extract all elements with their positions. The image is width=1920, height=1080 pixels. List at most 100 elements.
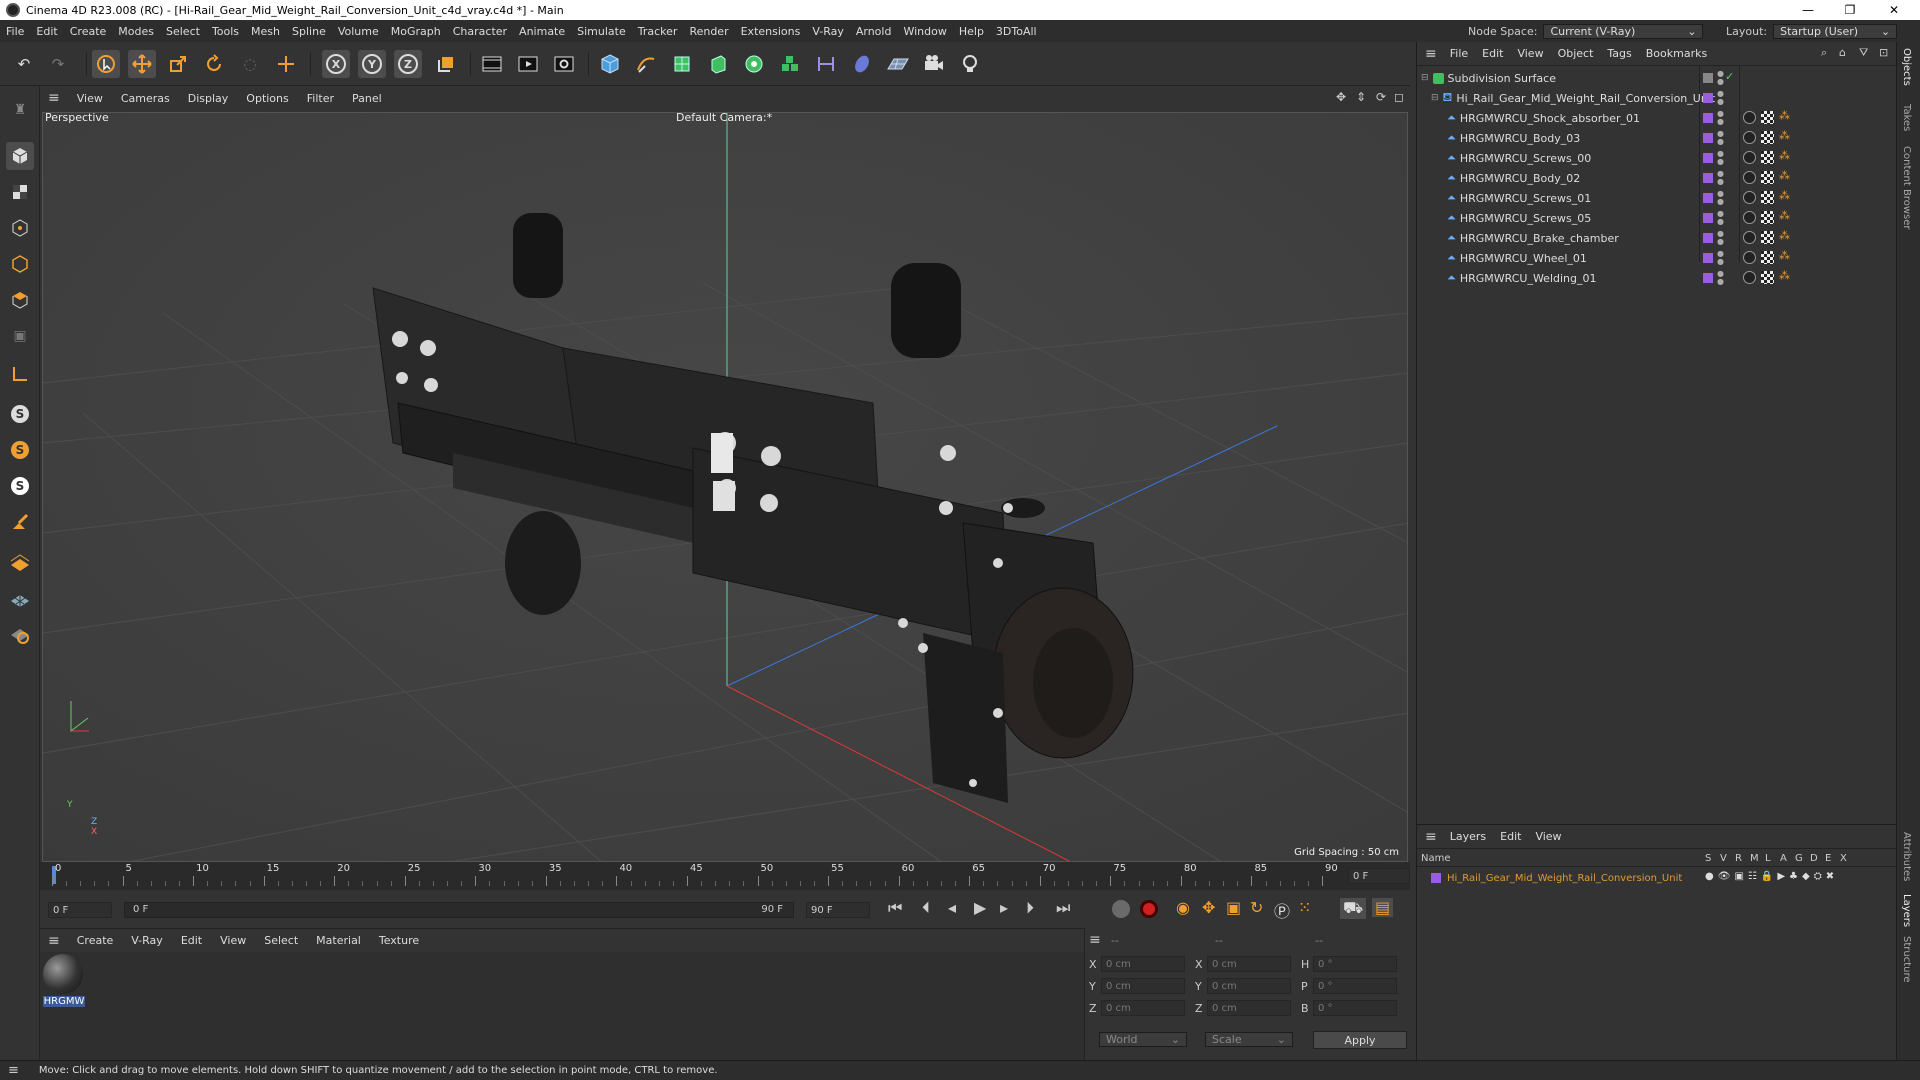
menu-vray[interactable]: V-Ray <box>806 25 850 38</box>
vray-material-tag-icon[interactable] <box>1743 251 1756 264</box>
home-icon[interactable]: ⌂ <box>1839 46 1846 59</box>
grid-plane-icon[interactable] <box>6 584 34 612</box>
lock-toggle-icon[interactable]: 🔒 <box>1761 871 1773 882</box>
layer-color-swatch[interactable] <box>1431 873 1441 883</box>
object-row-subdivision-surface[interactable]: ⊟ Subdivision Surface ● ● ✓ <box>1417 68 1897 88</box>
3d-viewport[interactable]: Perspective Default Camera:* Y Z X Grid … <box>42 112 1408 862</box>
texture-tag-icon[interactable] <box>1761 171 1774 184</box>
uvw-tag-icon[interactable]: ⁂ <box>1779 129 1790 142</box>
deformer-icon[interactable] <box>812 50 840 78</box>
tab-content-browser[interactable]: Content Browser <box>1901 146 1912 229</box>
visibility-dots-icon[interactable]: ● ● <box>1717 270 1724 286</box>
layer-column-header[interactable]: S <box>1705 853 1711 864</box>
vray-material-tag-icon[interactable] <box>1743 131 1756 144</box>
layer-color-swatch[interactable] <box>1703 213 1713 223</box>
viewport-menu-display[interactable]: Display <box>179 92 238 105</box>
uv-mode-icon[interactable]: ▣ <box>6 322 34 350</box>
layer-column-header[interactable]: X <box>1840 853 1847 864</box>
maximize-button[interactable]: ❐ <box>1830 0 1870 20</box>
object-row[interactable]: ⏶ HRGMWRCU_Screws_05 ● ● ⁂ <box>1417 208 1897 228</box>
mograph-effector-icon[interactable] <box>776 50 804 78</box>
layer-row[interactable]: Hi_Rail_Gear_Mid_Weight_Rail_Conversion_… <box>1417 869 1897 887</box>
material-menu-material[interactable]: Material <box>307 934 370 947</box>
step-back-icon[interactable]: ◂ <box>948 898 956 917</box>
light-bulb-icon[interactable] <box>956 50 984 78</box>
redo-icon[interactable]: ↷ <box>44 50 72 78</box>
visibility-dots-icon[interactable]: ● ● <box>1717 210 1724 226</box>
polygons-mode-icon[interactable] <box>6 286 34 314</box>
axis-mode-icon[interactable] <box>6 360 34 388</box>
texture-tag-icon[interactable] <box>1761 211 1774 224</box>
layer-color-swatch[interactable] <box>1703 73 1713 83</box>
tab-takes[interactable]: Takes <box>1901 104 1912 131</box>
timeline-window-icon[interactable]: ▤ <box>1372 898 1394 917</box>
object-row-group[interactable]: ⊟ ⛾ Hi_Rail_Gear_Mid_Weight_Rail_Convers… <box>1417 88 1897 108</box>
menu-animate[interactable]: Animate <box>513 25 571 38</box>
objmenu-edit[interactable]: Edit <box>1475 47 1510 60</box>
object-row[interactable]: ⏶ HRGMWRCU_Screws_00 ● ● ⁂ <box>1417 148 1897 168</box>
menu-tools[interactable]: Tools <box>206 25 245 38</box>
undo-icon[interactable]: ↶ <box>10 50 38 78</box>
material-menu-vray[interactable]: V-Ray <box>122 934 172 947</box>
vray-material-tag-icon[interactable] <box>1743 111 1756 124</box>
texture-tag-icon[interactable] <box>1761 231 1774 244</box>
object-row[interactable]: ⏶ HRGMWRCU_Body_03 ● ● ⁂ <box>1417 128 1897 148</box>
material-menu-view[interactable]: View <box>211 934 255 947</box>
layer-column-header[interactable]: V <box>1720 853 1727 864</box>
uvw-tag-icon[interactable]: ⁂ <box>1779 229 1790 242</box>
x-axis-lock-icon[interactable]: X <box>322 50 350 78</box>
extrude-generator-icon[interactable] <box>704 50 732 78</box>
menu-mesh[interactable]: Mesh <box>245 25 286 38</box>
object-row[interactable]: ⏶ HRGMWRCU_Screws_01 ● ● ⁂ <box>1417 188 1897 208</box>
size-z-field[interactable]: 0 cm <box>1207 1000 1291 1016</box>
menu-character[interactable]: Character <box>447 25 513 38</box>
visibility-dots-icon[interactable]: ● ● <box>1717 230 1724 246</box>
object-row[interactable]: ⏶ HRGMWRCU_Body_02 ● ● ⁂ <box>1417 168 1897 188</box>
menu-help[interactable]: Help <box>953 25 990 38</box>
enabled-check-icon[interactable]: ✓ <box>1725 70 1734 83</box>
texture-mode-icon[interactable] <box>6 178 34 206</box>
menu-edit[interactable]: Edit <box>30 25 63 38</box>
uvw-tag-icon[interactable]: ⁂ <box>1779 249 1790 262</box>
layer-color-swatch[interactable] <box>1703 133 1713 143</box>
node-space-dropdown[interactable]: Current (V-Ray) ⌄ <box>1543 23 1704 39</box>
texture-tag-icon[interactable] <box>1761 191 1774 204</box>
viewport-menu-panel[interactable]: Panel <box>343 92 391 105</box>
size-x-field[interactable]: 0 cm <box>1207 956 1291 972</box>
record-disabled-icon[interactable] <box>1112 900 1130 918</box>
snap-icon[interactable]: S <box>6 400 34 428</box>
menu-select[interactable]: Select <box>160 25 206 38</box>
render-toggle-icon[interactable]: ▣ <box>1734 871 1743 882</box>
deformers-toggle-icon[interactable]: ◆ <box>1802 871 1810 882</box>
new-window-icon[interactable]: ⊡ <box>1879 46 1888 59</box>
material-menu-edit[interactable]: Edit <box>172 934 211 947</box>
menu-extensions[interactable]: Extensions <box>735 25 807 38</box>
tab-structure[interactable]: Structure <box>1901 936 1912 983</box>
scale-tool-icon[interactable] <box>164 50 192 78</box>
material-menu-select[interactable]: Select <box>255 934 307 947</box>
uvw-tag-icon[interactable]: ⁂ <box>1779 109 1790 122</box>
hamburger-menu-icon[interactable]: ≡ <box>1089 932 1101 948</box>
uvw-tag-icon[interactable]: ⁂ <box>1779 169 1790 182</box>
material-swatch[interactable]: HRGMW <box>43 954 85 1012</box>
objmenu-file[interactable]: File <box>1443 47 1475 60</box>
key-scale-icon[interactable]: ▣ <box>1226 898 1241 917</box>
end-frame-field[interactable]: 90 F <box>806 902 870 918</box>
material-menu-texture[interactable]: Texture <box>370 934 428 947</box>
vray-material-tag-icon[interactable] <box>1743 151 1756 164</box>
make-editable-icon[interactable]: ♜ <box>6 96 34 124</box>
floor-environment-icon[interactable] <box>884 50 912 78</box>
menu-file[interactable]: File <box>0 25 30 38</box>
current-frame-field[interactable]: 0 F <box>1348 868 1410 884</box>
viewport-menu-options[interactable]: Options <box>237 92 297 105</box>
solo-mode-icon[interactable] <box>6 620 34 648</box>
pos-x-field[interactable]: 0 cm <box>1101 956 1185 972</box>
render-picture-viewer-icon[interactable] <box>514 50 542 78</box>
hamburger-menu-icon[interactable]: ≡ <box>40 90 68 106</box>
layer-color-swatch[interactable] <box>1703 253 1713 263</box>
generators-toggle-icon[interactable]: ♣ <box>1789 871 1798 882</box>
objmenu-object[interactable]: Object <box>1551 47 1601 60</box>
visibility-dots-icon[interactable]: ● ● <box>1717 110 1724 126</box>
menu-simulate[interactable]: Simulate <box>571 25 632 38</box>
vray-material-tag-icon[interactable] <box>1743 191 1756 204</box>
